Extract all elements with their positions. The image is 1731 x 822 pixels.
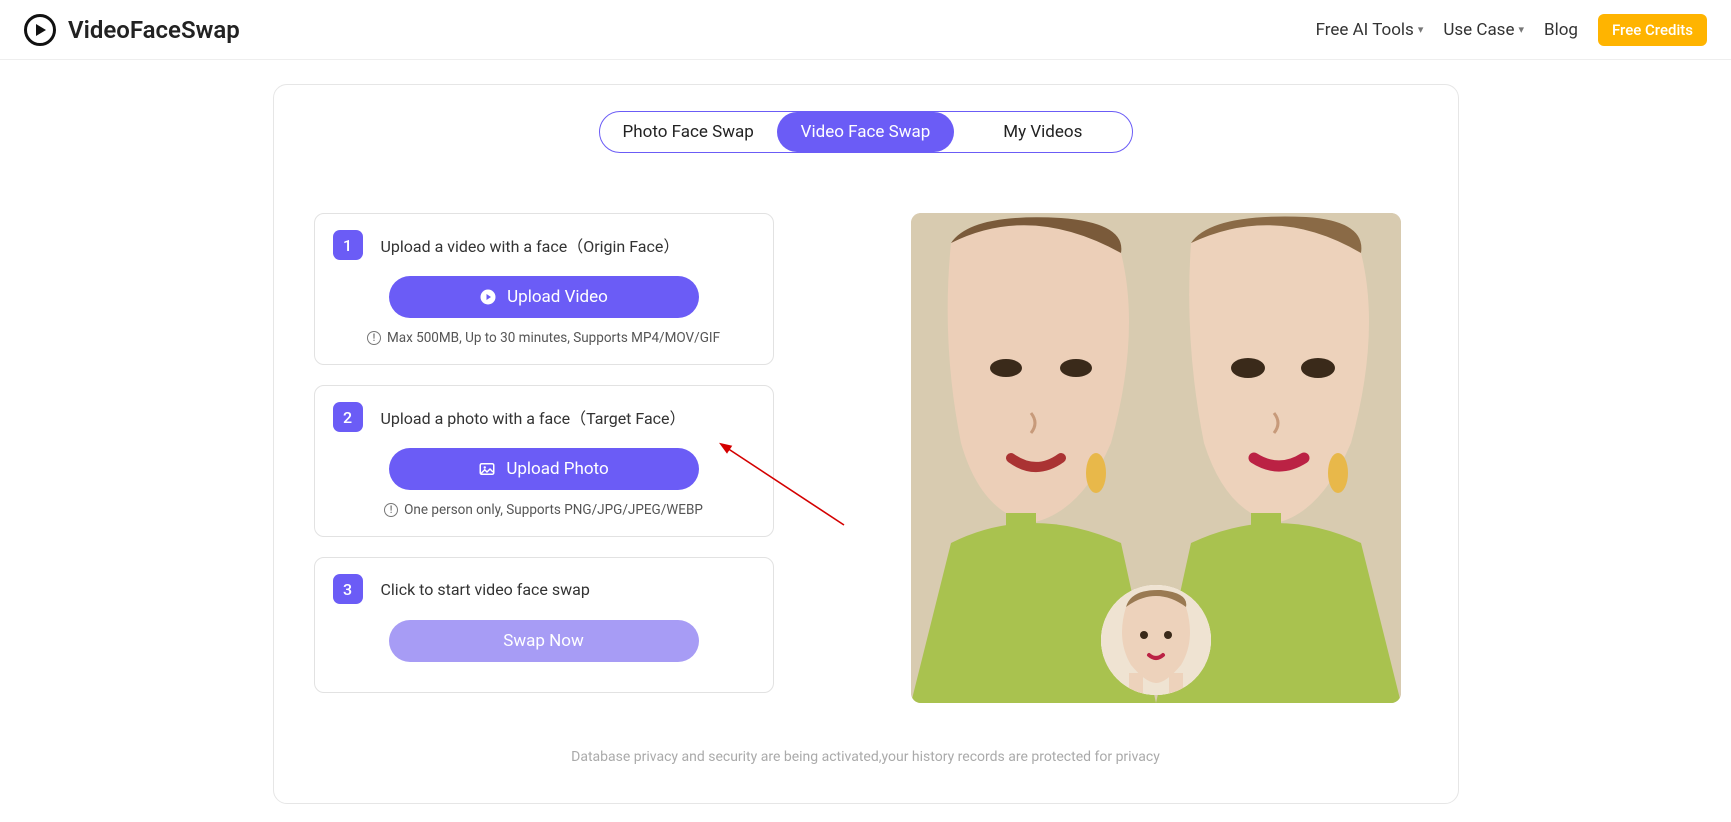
info-icon: ! (367, 331, 381, 345)
chevron-down-icon: ▾ (1518, 23, 1524, 36)
nav-label: Blog (1544, 20, 1578, 40)
steps-column: 1 Upload a video with a face（Origin Face… (314, 213, 774, 713)
step-title: Upload a video with a face（Origin Face） (381, 233, 680, 257)
nav-label: Use Case (1443, 20, 1514, 40)
button-label: Free Credits (1612, 21, 1693, 39)
button-label: Swap Now (503, 631, 583, 651)
tab-photo-face-swap[interactable]: Photo Face Swap (600, 112, 777, 152)
swap-now-button[interactable]: Swap Now (389, 620, 699, 662)
step-number: 1 (333, 230, 363, 260)
step-number: 2 (333, 402, 363, 432)
step-head: 3 Click to start video face swap (333, 574, 755, 604)
step-title: Upload a photo with a face（Target Face） (381, 405, 686, 429)
target-face-inset (1101, 585, 1211, 695)
preview-image (911, 213, 1401, 703)
privacy-notice: Database privacy and security are being … (314, 749, 1418, 765)
step-3-card: 3 Click to start video face swap Swap No… (314, 557, 774, 693)
step-2-card: 2 Upload a photo with a face（Target Face… (314, 385, 774, 537)
step-meta: ! One person only, Supports PNG/JPG/JPEG… (333, 502, 755, 518)
nav-free-ai-tools[interactable]: Free AI Tools ▾ (1316, 20, 1424, 40)
free-credits-button[interactable]: Free Credits (1598, 14, 1707, 46)
image-icon (478, 460, 496, 478)
play-circle-icon (479, 288, 497, 306)
brand[interactable]: VideoFaceSwap (24, 14, 240, 46)
content-columns: 1 Upload a video with a face（Origin Face… (314, 213, 1418, 713)
tab-my-videos[interactable]: My Videos (954, 112, 1131, 152)
step-1-card: 1 Upload a video with a face（Origin Face… (314, 213, 774, 365)
tab-video-face-swap[interactable]: Video Face Swap (777, 112, 954, 152)
nav: Free AI Tools ▾ Use Case ▾ Blog Free Cre… (1316, 14, 1707, 46)
nav-use-case[interactable]: Use Case ▾ (1443, 20, 1524, 40)
info-icon: ! (384, 503, 398, 517)
meta-text: One person only, Supports PNG/JPG/JPEG/W… (404, 502, 703, 518)
button-label: Upload Video (507, 287, 608, 307)
step-number: 3 (333, 574, 363, 604)
step-head: 2 Upload a photo with a face（Target Face… (333, 402, 755, 432)
brand-name: VideoFaceSwap (68, 16, 240, 44)
preview-column (894, 213, 1418, 703)
step-title: Click to start video face swap (381, 580, 590, 599)
meta-text: Max 500MB, Up to 30 minutes, Supports MP… (387, 330, 720, 346)
nav-label: Free AI Tools (1316, 20, 1414, 40)
logo-icon (24, 14, 56, 46)
nav-blog[interactable]: Blog (1544, 20, 1578, 40)
upload-photo-button[interactable]: Upload Photo (389, 448, 699, 490)
avatar-icon (1101, 585, 1211, 695)
mode-tabs: Photo Face Swap Video Face Swap My Video… (599, 111, 1133, 153)
upload-video-button[interactable]: Upload Video (389, 276, 699, 318)
chevron-down-icon: ▾ (1418, 23, 1424, 36)
step-meta: ! Max 500MB, Up to 30 minutes, Supports … (333, 330, 755, 346)
header: VideoFaceSwap Free AI Tools ▾ Use Case ▾… (0, 0, 1731, 60)
button-label: Upload Photo (506, 459, 608, 479)
main-panel: Photo Face Swap Video Face Swap My Video… (273, 84, 1459, 804)
step-head: 1 Upload a video with a face（Origin Face… (333, 230, 755, 260)
